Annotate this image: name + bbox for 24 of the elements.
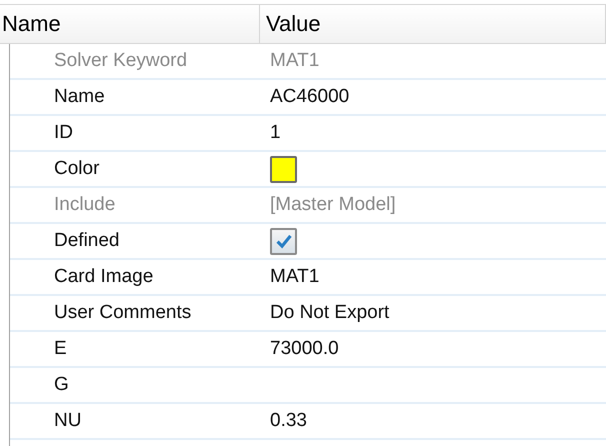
property-name: G xyxy=(54,374,69,395)
property-name: Solver Keyword xyxy=(54,50,188,71)
checkbox[interactable] xyxy=(270,228,297,254)
property-name: Color xyxy=(54,158,100,179)
property-name: Name xyxy=(54,86,105,107)
property-value: Do Not Export xyxy=(270,302,390,324)
color-swatch[interactable] xyxy=(270,156,297,182)
column-header[interactable]: Name xyxy=(0,5,260,43)
property-value: AC46000 xyxy=(270,86,350,108)
property-value: 1 xyxy=(270,122,281,144)
property-name: E xyxy=(54,338,67,359)
property-name: Include xyxy=(54,194,116,215)
checkmark-icon xyxy=(274,232,292,250)
property-name: User Comments xyxy=(54,302,192,323)
property-name: Defined xyxy=(54,230,120,251)
property-value: 0.33 xyxy=(270,410,307,432)
property-value: [Master Model] xyxy=(270,194,396,216)
column-header[interactable]: Value xyxy=(260,5,606,43)
property-value: 73000.0 xyxy=(270,338,339,360)
property-value: MAT1 xyxy=(270,266,320,288)
property-name: ID xyxy=(54,122,73,143)
property-name: NU xyxy=(54,410,82,431)
property-name: Card Image xyxy=(54,266,154,287)
property-value: MAT1 xyxy=(270,50,320,72)
